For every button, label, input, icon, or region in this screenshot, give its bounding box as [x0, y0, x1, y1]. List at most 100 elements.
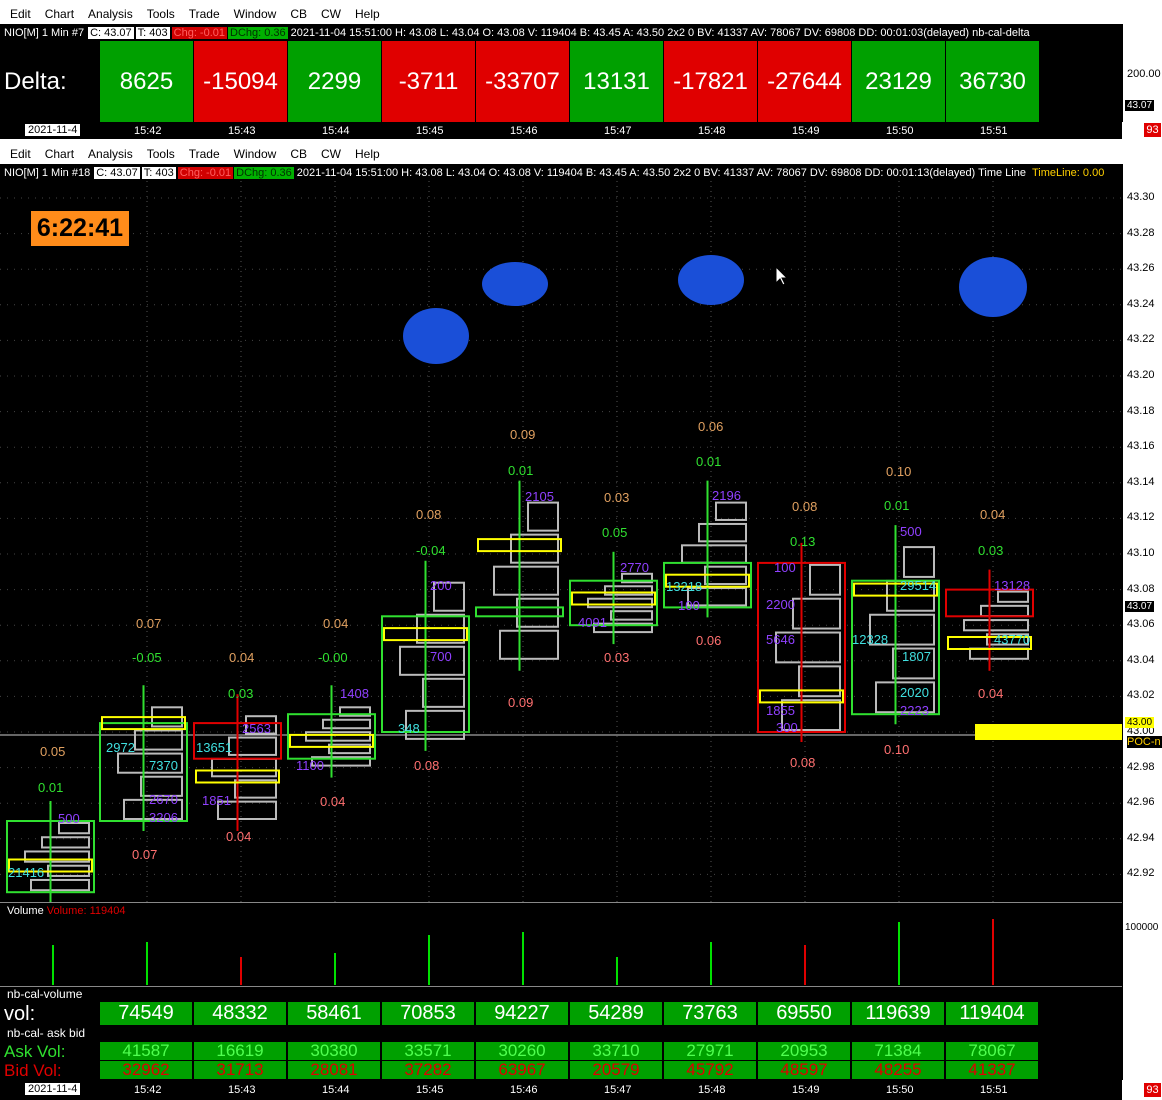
top-info-bar: NIO[M] 1 Min #7 C: 43.07 T: 403 Chg: -0.…: [0, 24, 1122, 41]
menu-item-analysis[interactable]: Analysis: [88, 7, 133, 21]
footprint-value: 0.07: [136, 616, 161, 631]
poc-label: POC-n: [1127, 736, 1162, 748]
footprint-value: 1855: [766, 703, 795, 718]
ask-bid-panel[interactable]: nb-cal- ask bid Ask Vol: Bid Vol: 41587 1…: [0, 1026, 1122, 1080]
volume-panel[interactable]: Volume Volume: 119404: [0, 902, 1122, 986]
price-tick-label: 43.04: [1127, 653, 1155, 666]
menu-item-trade[interactable]: Trade: [189, 147, 220, 161]
delta-cell: 13131: [570, 41, 663, 122]
footprint-value: 0.01: [38, 780, 63, 795]
footprint-value: 100: [678, 598, 700, 613]
volume-axis[interactable]: 100000: [1122, 902, 1162, 986]
footprint-value: 0.06: [696, 633, 721, 648]
footprint-value: -0.05: [132, 650, 162, 665]
ask-vol-cell: 71384: [852, 1041, 944, 1060]
volume-cell: 48332: [194, 1002, 286, 1025]
top-menubar: Edit Chart Analysis Tools Trade Window CB CW Hel…: [0, 4, 1162, 24]
top-time-axis: 2021-11-4 15:42 15:43 15:44 15:45 15:46 15:47…: [0, 122, 1122, 139]
close-price: C: 43.07: [88, 26, 134, 39]
volume-profile-bar: [587, 597, 653, 609]
volume-profile-bar: [422, 677, 465, 708]
menu-item-window[interactable]: Window: [234, 7, 277, 21]
footprint-value: 5646: [766, 632, 795, 647]
menu-item-edit[interactable]: Edit: [10, 7, 31, 21]
bid-vol-cell: 63967: [476, 1060, 568, 1079]
alert-badge-bottom: 93: [1144, 1083, 1161, 1097]
menu-item-cb[interactable]: CB: [290, 147, 307, 161]
price-tick-label: 43.10: [1127, 547, 1155, 559]
tick-count: T: 403: [135, 26, 170, 39]
footprint-value: 2196: [712, 488, 741, 503]
delta-cell: 36730: [946, 41, 1039, 122]
ask-vol-cell: 78067: [946, 1041, 1038, 1060]
menu-item-cw[interactable]: CW: [321, 147, 341, 161]
time-tick-label: 15:50: [886, 125, 914, 137]
price-tick-label: 43.06: [1127, 618, 1155, 631]
volume-profile-bar: [527, 501, 559, 532]
footprint-value: 13218: [666, 579, 702, 594]
footprint-value: 2200: [766, 597, 795, 612]
ask-vol-cell: 30260: [476, 1041, 568, 1060]
delta-axis[interactable]: 200.00 43.07: [1122, 24, 1162, 122]
menu-item-help[interactable]: Help: [355, 7, 380, 21]
delta-label: Delta:: [4, 68, 67, 95]
menu-item-trade[interactable]: Trade: [189, 7, 220, 21]
menu-item-tools[interactable]: Tools: [147, 147, 175, 161]
menu-item-chart[interactable]: Chart: [45, 7, 74, 21]
menu-item-cw[interactable]: CW: [321, 7, 341, 21]
menu-item-cb[interactable]: CB: [290, 7, 307, 21]
footprint-value: 0.05: [40, 744, 65, 759]
footprint-value: 13128: [994, 578, 1030, 593]
bid-vol-cell: 37282: [382, 1060, 474, 1079]
footprint-svg[interactable]: 0.05 0.01 500 21416 0.07 0.07 -0.05 2972 7370 267…: [0, 181, 1122, 902]
footprint-value: 500: [900, 524, 922, 539]
time-tick-label: 15:49: [792, 125, 820, 137]
ask-vol-cell: 16619: [194, 1041, 286, 1060]
footprint-value: -0.00: [318, 650, 348, 665]
footprint-value: 2770: [620, 560, 649, 575]
footprint-value: 0.08: [416, 507, 441, 522]
price-tick-label: 43.30: [1127, 191, 1155, 203]
footprint-value: 3206: [149, 810, 178, 825]
menu-item-tools[interactable]: Tools: [147, 7, 175, 21]
delta-cell: 8625: [100, 41, 193, 122]
footprint-value: 300: [776, 720, 798, 735]
time-tick-label: 15:44: [322, 1084, 350, 1096]
menu-item-chart[interactable]: Chart: [45, 147, 74, 161]
price-tick-label: 42.92: [1127, 867, 1155, 880]
footprint-value: 12328: [852, 632, 888, 647]
time-tick-label: 15:48: [698, 125, 726, 137]
price-tick-label: 43.16: [1127, 440, 1155, 453]
time-tick-label: 15:49: [792, 1084, 820, 1096]
menu-item-help[interactable]: Help: [355, 147, 380, 161]
footprint-value: 0.10: [886, 464, 911, 479]
menu-item-analysis[interactable]: Analysis: [88, 147, 133, 161]
footprint-value: 200: [430, 578, 452, 593]
footprint-value: 100: [774, 560, 796, 575]
footprint-value: 0.07: [132, 847, 157, 862]
nb-cal-volume-panel[interactable]: nb-cal-volume vol: 74549 48332 58461 70853 9…: [0, 986, 1122, 1028]
time-tick-label: 15:43: [228, 1084, 256, 1096]
delta-cell: 23129: [852, 41, 945, 122]
footprint-value: 0.08: [792, 499, 817, 514]
ask-vol-cell: 41587: [100, 1041, 192, 1060]
nb-cal-volume-label: nb-cal-volume: [7, 987, 83, 1001]
price-axis[interactable]: 43.30 43.28 43.26 43.24 43.22 43.20 43.18 43.16…: [1122, 164, 1162, 902]
footprint-value: 21416: [8, 865, 44, 880]
menu-item-window[interactable]: Window: [234, 147, 277, 161]
price-tag-poc: 43.00: [1125, 717, 1155, 728]
symbol-label-main: NIO[M] 1 Min #18: [4, 166, 91, 179]
price-tick-label: 43.20: [1127, 369, 1155, 381]
footprint-chart[interactable]: 0.05 0.01 500 21416 0.07 0.07 -0.05 2972 7370 267…: [0, 181, 1122, 902]
delta-panel[interactable]: Delta: 8625 -15094 2299 -3711 -33707 13131 -17…: [0, 41, 1122, 122]
menu-item-edit[interactable]: Edit: [10, 147, 31, 161]
volume-profile-bar: [134, 729, 183, 751]
footprint-value: 0.01: [696, 454, 721, 469]
footprint-value: 2020: [900, 685, 929, 700]
price-tick-label: 43.26: [1127, 262, 1155, 275]
alert-badge: 93: [1144, 123, 1161, 137]
price-tick-label: 43.24: [1127, 297, 1155, 310]
footprint-value: 2670: [149, 792, 178, 807]
footprint-value: 500: [58, 811, 80, 826]
volume-profile-bar: [792, 597, 841, 630]
